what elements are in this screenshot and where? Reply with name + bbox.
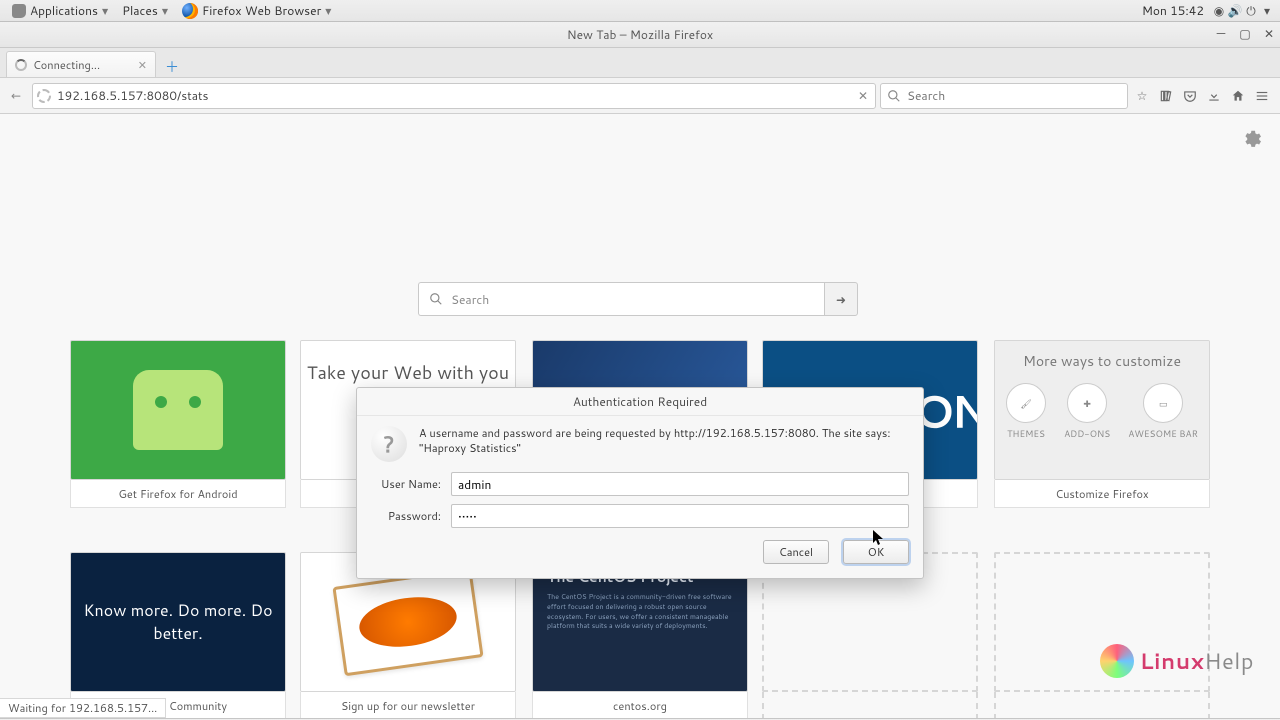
window-title: New Tab – Mozilla Firefox: [567, 26, 713, 43]
site-identity-icon[interactable]: [37, 89, 51, 103]
dialog-message: A username and password are being reques…: [419, 426, 909, 457]
watermark-rest: Help: [1204, 646, 1254, 677]
gnome-foot-icon: [12, 4, 26, 18]
active-app-menu[interactable]: Firefox Web Browser ▼: [176, 0, 337, 21]
dialog-title: Authentication Required: [357, 388, 923, 416]
url-clear-icon[interactable]: ✕: [855, 87, 871, 104]
tile-caption: Sign up for our newsletter: [300, 692, 516, 718]
search-icon: [429, 292, 443, 306]
browser-toolbar: ← ✕ ☆: [0, 78, 1280, 114]
search-input[interactable]: [907, 87, 1121, 104]
tab-label: Connecting...: [33, 57, 100, 73]
active-app-label: Firefox Web Browser: [202, 2, 321, 19]
user-menu-icon[interactable]: ▾: [1260, 4, 1274, 18]
chevron-down-icon: ▼: [162, 5, 168, 17]
tile-firefox-android[interactable]: Get Firefox for Android: [70, 340, 286, 508]
chevron-down-icon: ▼: [102, 5, 108, 17]
newtab-search-field[interactable]: Search: [418, 282, 824, 316]
username-label: User Name:: [371, 476, 441, 492]
tab-strip: Connecting... ✕ ＋: [0, 48, 1280, 78]
applications-label: Applications: [30, 2, 98, 19]
tile-caption: Customize Firefox: [994, 480, 1210, 508]
tile-sublabel: ADD-ONS: [1064, 427, 1110, 440]
chevron-down-icon: ▼: [325, 5, 331, 17]
url-input[interactable]: [57, 87, 849, 104]
newtab-search-go[interactable]: ➜: [824, 282, 858, 316]
themes-icon: 🖌: [1006, 383, 1046, 423]
tile-sublabel: THEMES: [1007, 427, 1045, 440]
clock-label: Mon 15:42: [1142, 2, 1204, 19]
password-input[interactable]: [451, 504, 909, 528]
browser-content: Search ➜ Get Firefox for Android Take yo…: [0, 114, 1280, 718]
library-icon[interactable]: [1156, 86, 1176, 106]
back-button[interactable]: ←: [4, 84, 28, 108]
downloads-icon[interactable]: [1204, 86, 1224, 106]
home-icon[interactable]: [1228, 86, 1248, 106]
tile-sublabel: AWESOME BAR: [1128, 427, 1198, 440]
tile-mozilla-community[interactable]: Know more. Do more. Do better. Mozilla C…: [70, 552, 286, 718]
watermark-bold: Linux: [1140, 646, 1205, 677]
applications-menu[interactable]: Applications ▼: [6, 0, 114, 21]
watermark-logo: LinuxHelp: [1100, 644, 1254, 678]
hamburger-menu-icon[interactable]: [1252, 86, 1272, 106]
window-titlebar: New Tab – Mozilla Firefox － ▢ ✕: [0, 22, 1280, 48]
newtab-search: Search ➜: [418, 282, 858, 316]
ok-button[interactable]: OK: [843, 540, 909, 564]
search-icon: [887, 89, 901, 103]
question-icon: ?: [371, 426, 407, 462]
addons-icon: ✚: [1067, 383, 1107, 423]
tile-blurb: The CentOS Project is a community-driven…: [547, 593, 733, 632]
firefox-icon: [182, 3, 198, 19]
places-menu[interactable]: Places ▼: [116, 0, 174, 21]
maximize-button[interactable]: ▢: [1238, 26, 1252, 40]
new-tab-button[interactable]: ＋: [160, 57, 184, 77]
accessibility-icon[interactable]: ◉: [1212, 4, 1226, 18]
tab-close-icon[interactable]: ✕: [138, 57, 147, 73]
clock[interactable]: Mon 15:42: [1136, 0, 1210, 21]
tile-heading: More ways to customize: [1023, 341, 1181, 383]
username-input[interactable]: [451, 472, 909, 496]
tile-placeholder[interactable]: [994, 552, 1210, 718]
tile-caption: centos.org: [532, 692, 748, 718]
newtab-search-placeholder: Search: [451, 291, 489, 308]
bookmark-star-icon[interactable]: ☆: [1132, 86, 1152, 106]
loading-spinner-icon: [15, 59, 27, 71]
browser-tab[interactable]: Connecting... ✕: [6, 51, 156, 77]
search-bar[interactable]: [880, 83, 1128, 109]
swirl-icon: [1100, 644, 1134, 678]
volume-icon[interactable]: 🔊: [1228, 4, 1242, 18]
minimize-button[interactable]: －: [1214, 26, 1228, 40]
awesomebar-icon: ▭: [1143, 383, 1183, 423]
power-icon[interactable]: ⏻: [1244, 4, 1258, 18]
places-label: Places: [122, 2, 158, 19]
newtab-settings-icon[interactable]: [1240, 128, 1262, 154]
auth-dialog: Authentication Required ? A username and…: [356, 387, 924, 579]
password-label: Password:: [371, 508, 441, 524]
tile-customize[interactable]: More ways to customize 🖌THEMES ✚ADD-ONS …: [994, 340, 1210, 508]
gnome-top-panel: Applications ▼ Places ▼ Firefox Web Browse…: [0, 0, 1280, 22]
status-bar: Waiting for 192.168.5.157...: [0, 698, 166, 718]
pocket-icon[interactable]: [1180, 86, 1200, 106]
tile-text: Know more. Do more. Do better.: [71, 553, 285, 691]
close-button[interactable]: ✕: [1262, 26, 1276, 40]
url-bar[interactable]: ✕: [32, 83, 876, 109]
status-text: Waiting for 192.168.5.157...: [8, 700, 157, 716]
cancel-button[interactable]: Cancel: [763, 540, 829, 564]
tile-caption: Get Firefox for Android: [70, 480, 286, 508]
